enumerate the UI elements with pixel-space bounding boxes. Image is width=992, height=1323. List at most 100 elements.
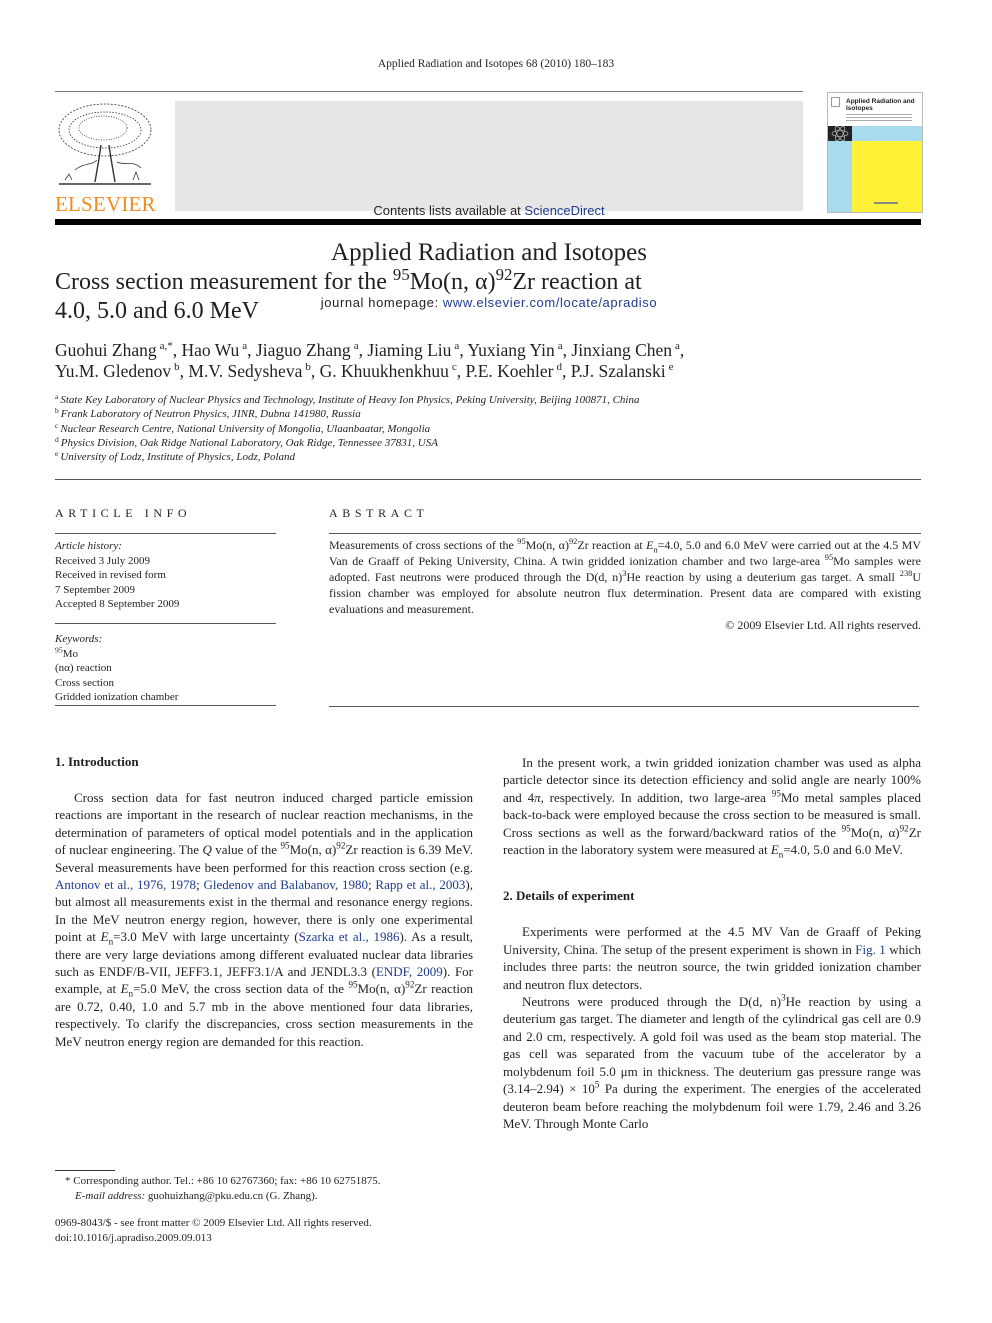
corresponding-author-note: * Corresponding author. Tel.: +86 10 627…: [65, 1175, 381, 1187]
contents-prefix: Contents lists available at: [373, 203, 525, 218]
section-heading-introduction: 1. Introduction: [55, 754, 139, 769]
affiliation-text: Physics Division, Oak Ridge National Lab…: [60, 436, 438, 449]
text: Mo(n, α): [409, 269, 496, 295]
paragraph: Experiments were performed at the 4.5 MV…: [503, 923, 921, 993]
text: Cross section measurement for the: [55, 269, 393, 295]
text: , respectively. In addition, two large-a…: [540, 789, 772, 805]
separator: ,: [247, 340, 256, 360]
paragraph: In the present work, a twin gridded ioni…: [503, 754, 921, 859]
doi[interactable]: doi:10.1016/j.apradiso.2009.09.013: [55, 1231, 485, 1246]
divider: [55, 705, 276, 706]
affiliation-key: a: [55, 392, 59, 401]
text: He reaction by using a deuterium gas tar…: [626, 569, 900, 584]
elsevier-tree-icon: [58, 103, 152, 185]
citation-link[interactable]: Antonov et al., 1976, 1978: [55, 877, 196, 892]
left-column: 1. Introduction Cross section data for f…: [55, 754, 473, 1050]
text: value of the: [211, 842, 281, 858]
elsevier-wordmark: ELSEVIER: [55, 192, 156, 216]
affiliation-key: d: [55, 434, 59, 444]
citation-link[interactable]: Szarka et al., 1986: [299, 929, 400, 944]
keywords-label: Keywords:: [55, 633, 103, 645]
cover-atom-icon: [828, 126, 852, 141]
affiliation-marker[interactable]: e: [669, 361, 674, 373]
contents-availability: Contents lists available at ScienceDirec…: [175, 203, 803, 218]
section-heading-details: 2. Details of experiment: [503, 888, 635, 904]
cover-footer-mark: [874, 202, 898, 204]
text: =4.0, 5.0 and 6.0 MeV.: [783, 842, 903, 858]
affiliation-text: Nuclear Research Centre, National Univer…: [60, 422, 431, 435]
email-address[interactable]: guohuizhang@pku.edu.cn (G. Zhang).: [145, 1190, 318, 1202]
superscript: 238: [899, 568, 913, 578]
superscript: 95: [280, 840, 290, 851]
text: Mo(n, α): [357, 981, 406, 997]
separator: ,: [456, 361, 466, 381]
affiliations: a State Key Laboratory of Nuclear Physics…: [55, 393, 935, 464]
abstract: Measurements of cross sections of the 95…: [329, 537, 921, 633]
keyword: Cross section: [55, 676, 276, 691]
cover-blue-column: [828, 141, 852, 212]
affiliation-marker[interactable]: a,*: [160, 340, 173, 352]
separator: ,: [562, 361, 571, 381]
text: Gridded ionization chamber: [55, 691, 179, 703]
text: Zr reaction at: [512, 269, 642, 295]
affiliation: c Nuclear Research Centre, National Unive…: [55, 420, 935, 436]
keyword: 95Mo: [55, 645, 276, 662]
superscript: 95: [348, 980, 358, 991]
author-name: M.V. Sedysheva: [188, 361, 303, 381]
keywords: Keywords: 95Mo (nα) reaction Cross secti…: [55, 632, 276, 705]
paragraph: Cross section data for fast neutron indu…: [55, 789, 473, 1050]
italic-text: E: [100, 929, 109, 945]
separator: ,: [310, 361, 320, 381]
sciencedirect-link[interactable]: ScienceDirect: [524, 203, 604, 218]
citation-link[interactable]: Fig. 1: [855, 942, 886, 957]
citation-link[interactable]: Gledenov and Balabanov, 1980: [203, 877, 368, 892]
article-info-heading: ARTICLE INFO: [55, 506, 192, 520]
right-column: In the present work, a twin gridded ioni…: [503, 754, 921, 1132]
author-name: Yuxiang Yin: [467, 340, 555, 360]
divider: [329, 533, 921, 534]
journal-title: Applied Radiation and Isotopes: [331, 239, 647, 266]
italic-text: E: [120, 981, 129, 997]
introduction-continued: In the present work, a twin gridded ioni…: [503, 754, 921, 859]
issn-line: 0969-8043/$ - see front matter © 2009 El…: [55, 1217, 372, 1229]
history-entry: Received 3 July 2009: [55, 554, 151, 567]
author-name: Jiaming Liu: [367, 340, 452, 360]
affiliation-key: e: [55, 449, 59, 459]
author-name: Jiaguo Zhang: [255, 340, 351, 360]
email-note: E-mail address: guohuizhang@pku.edu.cn (…: [55, 1189, 485, 1204]
history-entry: Received in revised form: [55, 569, 166, 581]
keyword: Gridded ionization chamber: [55, 690, 276, 705]
author-name: P.E. Koehler: [465, 361, 554, 381]
affiliation-key: b: [55, 406, 59, 416]
citation-link[interactable]: ENDF, 2009: [376, 964, 443, 979]
elsevier-logo[interactable]: ELSEVIER: [55, 100, 156, 216]
text: Zr reaction at: [577, 538, 647, 552]
author-name: P.J. Szalanski: [570, 361, 666, 381]
footnote: * Corresponding author. Tel.: +86 10 627…: [55, 1174, 485, 1203]
superscript: 95: [841, 823, 851, 834]
footnote-rule: [55, 1170, 115, 1171]
italic-text: Q: [202, 842, 212, 858]
keyword: (nα) reaction: [55, 661, 276, 676]
author-name: Yu.M. Gledenov: [55, 361, 172, 381]
superscript: 95: [392, 265, 410, 284]
paragraph: Neutrons were produced through the D(d, …: [503, 993, 921, 1132]
text: Mo(n, α): [289, 842, 337, 858]
superscript: 92: [899, 823, 909, 834]
journal-banner: Contents lists available at ScienceDirec…: [175, 101, 803, 310]
superscript: 95: [824, 552, 834, 562]
citation-link[interactable]: Rapp et al., 2003: [375, 877, 465, 892]
author-name: G. Khuukhenkhuu: [319, 361, 449, 381]
introduction-body: Cross section data for fast neutron indu…: [55, 789, 473, 1050]
affiliation-text: University of Lodz, Institute of Physics…: [60, 451, 296, 464]
article-history: Article history: Received 3 July 2009 Re…: [55, 539, 276, 612]
affiliation-key: c: [55, 420, 59, 430]
divider: [55, 533, 276, 534]
superscript: 92: [495, 265, 513, 284]
separator: ,: [679, 340, 685, 360]
abstract-body: Measurements of cross sections of the 95…: [329, 537, 921, 618]
running-head: Applied Radiation and Isotopes 68 (2010)…: [377, 58, 615, 70]
author-name: Hao Wu: [181, 340, 240, 360]
journal-cover-thumbnail[interactable]: Applied Radiation and Isotopes: [827, 92, 923, 213]
author-list: Guohui Zhang a,*, Hao Wu a, Jiaguo Zhang a,…: [55, 340, 935, 382]
